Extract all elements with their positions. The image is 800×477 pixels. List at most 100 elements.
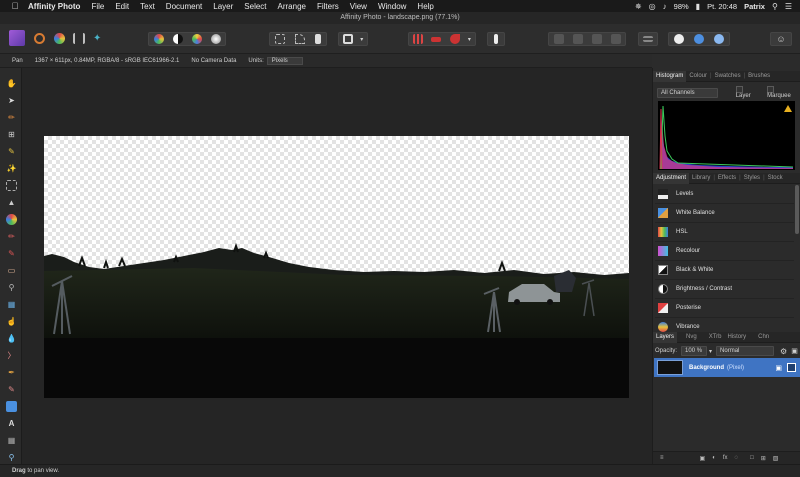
flood-select-icon[interactable]: ✨: [6, 163, 17, 174]
move-back-one-icon[interactable]: [572, 34, 583, 44]
develop-persona-icon[interactable]: [54, 33, 65, 44]
erase-brush-icon[interactable]: ▭: [6, 265, 17, 276]
tab-brushes[interactable]: Brushes: [745, 73, 773, 79]
account-button[interactable]: ☺: [770, 32, 792, 46]
volume-icon[interactable]: ♪: [663, 2, 667, 11]
snapping-bar-icon[interactable]: [431, 36, 442, 42]
blur-brush-icon[interactable]: 💧: [6, 333, 17, 344]
selection-brush-icon[interactable]: ✎: [6, 146, 17, 157]
gradient-tool-icon[interactable]: [6, 214, 17, 225]
chevron-down-icon[interactable]: ▾: [360, 36, 363, 43]
document-canvas[interactable]: [44, 136, 629, 398]
assistant-icon[interactable]: [494, 34, 498, 44]
snapping-grid-icon[interactable]: [413, 34, 424, 44]
menu-text[interactable]: Text: [140, 2, 155, 11]
zoom-tool-icon[interactable]: ⚲: [6, 452, 17, 463]
intersect-icon[interactable]: [714, 34, 724, 44]
menu-document[interactable]: Document: [166, 2, 202, 11]
tab-stock[interactable]: Stock: [765, 175, 786, 181]
colour-replacement-icon[interactable]: ✎: [6, 248, 17, 259]
mask-layer-icon[interactable]: ▣: [700, 455, 706, 462]
menu-arrange[interactable]: Arrange: [278, 2, 306, 11]
list-item[interactable]: Black & White: [655, 261, 794, 280]
spotlight-search-icon[interactable]: ⚲: [772, 2, 778, 11]
menu-view[interactable]: View: [350, 2, 367, 11]
export-persona-icon[interactable]: ✦: [93, 33, 104, 44]
marquee-icon[interactable]: [275, 34, 285, 44]
tone-mapping-persona-icon[interactable]: [73, 33, 85, 44]
tab-adjustment[interactable]: Adjustment: [653, 172, 690, 184]
hand-tool-icon[interactable]: ✋: [6, 78, 17, 89]
trash-icon[interactable]: ▧: [773, 455, 779, 462]
move-to-front-icon[interactable]: [610, 34, 621, 44]
smudge-brush-icon[interactable]: ☝: [6, 316, 17, 327]
align-icon[interactable]: [643, 36, 653, 42]
move-tool-icon[interactable]: ➤: [6, 95, 17, 106]
notification-center-icon[interactable]: ☰: [785, 2, 792, 11]
tab-layers[interactable]: Layers: [653, 331, 678, 343]
menu-app-name[interactable]: Affinity Photo: [28, 2, 80, 11]
list-item[interactable]: White Balance: [655, 204, 794, 223]
menu-layer[interactable]: Layer: [213, 2, 233, 11]
pen-tool-icon[interactable]: ✒: [6, 367, 17, 378]
liquify-persona-icon[interactable]: [34, 33, 45, 44]
list-item[interactable]: Posterise: [655, 299, 794, 318]
rectangular-marquee-icon[interactable]: [6, 180, 17, 191]
photo-persona-icon[interactable]: [9, 30, 25, 46]
gear-icon[interactable]: ⚙: [780, 347, 787, 356]
blend-mode-select[interactable]: Normal: [716, 346, 775, 356]
auto-white-balance-icon[interactable]: [210, 34, 221, 44]
opacity-field[interactable]: 100 %: [681, 346, 708, 356]
layer-checkbox[interactable]: Layer: [735, 85, 759, 99]
menu-edit[interactable]: Edit: [115, 2, 129, 11]
move-to-back-icon[interactable]: [553, 34, 564, 44]
adjustment-layer-icon[interactable]: ◐: [712, 455, 716, 461]
menu-file[interactable]: File: [91, 2, 104, 11]
auto-colours-icon[interactable]: [191, 34, 202, 44]
tab-styles[interactable]: Styles: [741, 175, 763, 181]
marquee-checkbox[interactable]: Marquee: [767, 85, 799, 99]
auto-levels-icon[interactable]: [153, 34, 164, 44]
list-item[interactable]: Recolour: [655, 242, 794, 261]
dodge-brush-icon[interactable]: ⚲: [6, 282, 17, 293]
freehand-selection-icon[interactable]: [295, 34, 305, 44]
canvas-area[interactable]: [22, 68, 652, 464]
auto-contrast-icon[interactable]: [172, 34, 183, 44]
mask-icon[interactable]: [342, 34, 353, 44]
fx-icon[interactable]: fx: [723, 455, 728, 461]
menu-window[interactable]: Window: [378, 2, 406, 11]
clone-brush-icon[interactable]: ▦: [6, 299, 17, 310]
menu-help[interactable]: Help: [417, 2, 433, 11]
bluetooth-icon[interactable]: ✵: [635, 2, 642, 11]
tab-transform[interactable]: XTrb: [706, 334, 725, 340]
paint-brush-icon[interactable]: ✏: [6, 231, 17, 242]
wifi-icon[interactable]: ◎: [649, 2, 656, 11]
tab-library[interactable]: Library: [689, 175, 713, 181]
healing-brush-icon[interactable]: 〉: [6, 350, 17, 361]
tab-channels[interactable]: Chn: [755, 334, 772, 340]
chevron-down-icon[interactable]: ▾: [709, 348, 712, 355]
lock-icon[interactable]: ▣: [791, 347, 798, 355]
adjustment-scrollbar[interactable]: [795, 185, 799, 234]
tab-effects[interactable]: Effects: [715, 175, 739, 181]
quick-mask-icon[interactable]: [315, 34, 321, 44]
visibility-checkbox[interactable]: [787, 363, 796, 372]
menu-select[interactable]: Select: [244, 2, 266, 11]
tab-colour[interactable]: Colour: [686, 73, 710, 79]
tab-history[interactable]: History: [724, 334, 749, 340]
subtract-icon[interactable]: [694, 34, 704, 44]
layers-stack-icon[interactable]: ≡: [660, 455, 664, 461]
flood-fill-icon[interactable]: ▲: [6, 197, 17, 208]
text-tool-icon[interactable]: A: [6, 418, 17, 429]
tab-swatches[interactable]: Swatches: [712, 73, 744, 79]
units-select[interactable]: Pixels: [266, 56, 303, 65]
move-forward-one-icon[interactable]: [591, 34, 602, 44]
layer-row-background[interactable]: Background (Pixel) ▣: [654, 358, 800, 377]
list-item[interactable]: HSL: [655, 223, 794, 242]
user-name[interactable]: Patrix: [744, 2, 765, 11]
clock[interactable]: Pt. 20:48: [707, 2, 737, 11]
crop-tool-icon[interactable]: ⊞: [6, 129, 17, 140]
battery-percent[interactable]: 98%: [674, 2, 689, 11]
channel-select[interactable]: All Channels: [657, 87, 718, 98]
lock-icon[interactable]: ▣: [775, 364, 782, 372]
